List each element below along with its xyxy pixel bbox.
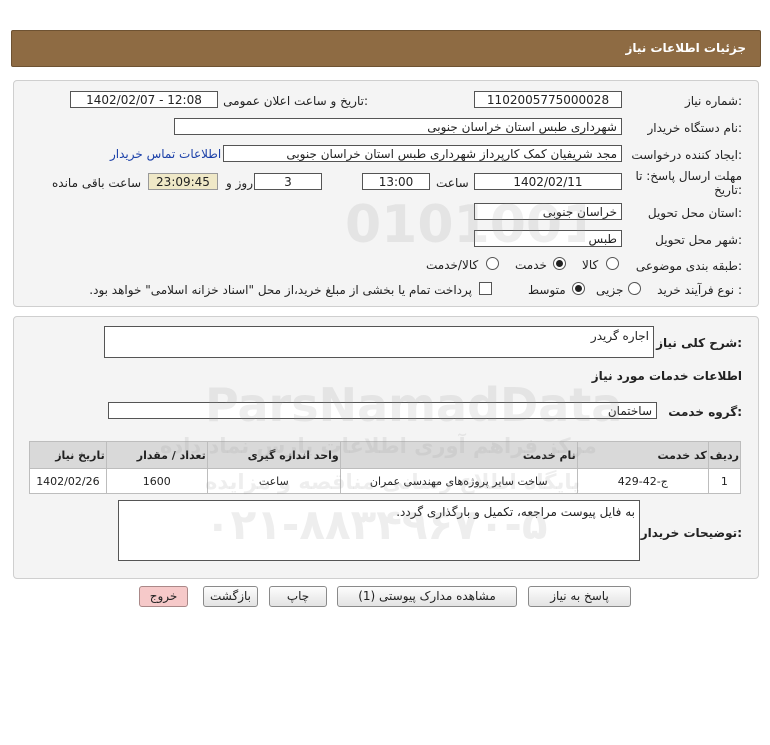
process-minor-radio[interactable] [628, 282, 641, 295]
need-number-field: 1102005775000028 [474, 91, 622, 108]
need-summary-field: اجاره گریدر [104, 326, 654, 358]
delivery-city-field: طبس [474, 230, 622, 247]
remaining-time-label: ساعت باقی مانده [52, 176, 142, 190]
exit-button[interactable]: خروج [139, 586, 188, 607]
col-header-service-name: نام خدمت [339, 441, 578, 469]
request-creator-label: ایجاد کننده درخواست: [631, 148, 742, 162]
request-creator-field: مجد شریفیان کمک کارپرداز شهرداری طبس است… [223, 145, 622, 162]
process-medium-label: متوسط [528, 283, 566, 297]
deadline-date-field: 1402/02/11 [474, 173, 622, 190]
category-goods-service-radio[interactable] [486, 257, 499, 270]
deadline-label: مهلت ارسال پاسخ: تا [635, 169, 742, 183]
services-heading: اطلاعات خدمات مورد نیاز [591, 369, 742, 383]
page-title: جزئیات اطلاعات نیاز [625, 41, 746, 55]
announce-datetime-label: تاریخ و ساعت اعلان عمومی: [223, 94, 368, 108]
treasury-note: پرداخت تمام یا بخشی از مبلغ خرید،از محل … [89, 283, 472, 297]
cell-service-name: ساخت سایر پروژه‌های مهندسی عمران [339, 468, 578, 494]
announce-datetime-field: 1402/02/07 - 12:08 [70, 91, 218, 108]
delivery-province-field: خراسان جنوبی [474, 203, 622, 220]
treasury-checkbox[interactable] [479, 282, 492, 295]
category-service-label: خدمت [515, 258, 547, 272]
back-button[interactable]: بازگشت [203, 586, 258, 607]
col-header-need-date: تاریخ نیاز [29, 441, 107, 469]
col-header-row-number: ردیف [707, 441, 742, 469]
page-header: جزئیات اطلاعات نیاز [11, 30, 761, 67]
buyer-org-label: نام دستگاه خریدار: [647, 121, 743, 135]
service-group-field: ساختمان [108, 402, 657, 419]
process-medium-radio[interactable] [572, 282, 585, 295]
process-minor-label: جزیی [596, 283, 624, 297]
service-group-label: گروه خدمت: [668, 405, 742, 419]
cell-service-code: ج-42-429 [576, 468, 709, 494]
cell-row-number: 1 [707, 468, 742, 494]
category-goods-service-label: کالا/خدمت [426, 258, 479, 272]
category-goods-radio[interactable] [606, 257, 619, 270]
table-row: 1 ج-42-429 ساخت سایر پروژه‌های مهندسی عم… [29, 468, 742, 494]
services-table: ردیف کد خدمت نام خدمت واحد اندازه گیری ت… [29, 441, 742, 494]
cell-quantity: 1600 [105, 468, 208, 494]
category-service-radio[interactable] [553, 257, 566, 270]
col-header-quantity: تعداد / مقدار [105, 441, 208, 469]
reply-button[interactable]: پاسخ به نیاز [528, 586, 631, 607]
remaining-days-field: 3 [254, 173, 322, 190]
deadline-time-label: ساعت [436, 176, 469, 190]
cell-need-date: 1402/02/26 [29, 468, 107, 494]
days-label: روز و [226, 176, 253, 190]
need-summary-label: شرح کلی نیاز: [656, 336, 742, 350]
buyer-notes-field: به فایل پیوست مراجعه، تکمیل و بارگذاری گ… [118, 500, 640, 561]
category-label: طبقه بندی موضوعی: [635, 259, 742, 273]
col-header-unit: واحد اندازه گیری [206, 441, 341, 469]
buyer-contact-link[interactable]: اطلاعات تماس خریدار [110, 147, 221, 161]
col-header-service-code: کد خدمت [576, 441, 709, 469]
need-number-label: شماره نیاز: [684, 94, 742, 108]
delivery-city-label: شهر محل تحویل: [655, 233, 742, 247]
buyer-notes-label: توضیحات خریدار: [640, 526, 742, 540]
remaining-time-field: 23:09:45 [148, 173, 218, 190]
deadline-time-field: 13:00 [362, 173, 430, 190]
view-attachments-button[interactable]: مشاهده مدارک پیوستی (1) [337, 586, 517, 607]
delivery-province-label: استان محل تحویل: [647, 206, 742, 220]
cell-unit: ساعت [206, 468, 341, 494]
purchase-process-label: نوع فرآیند خرید : [657, 283, 742, 297]
buyer-org-field: شهرداری طبس استان خراسان جنوبی [174, 118, 622, 135]
deadline-date-label: تاریخ: [714, 183, 742, 197]
print-button[interactable]: چاپ [269, 586, 327, 607]
category-goods-label: کالا [582, 258, 599, 272]
